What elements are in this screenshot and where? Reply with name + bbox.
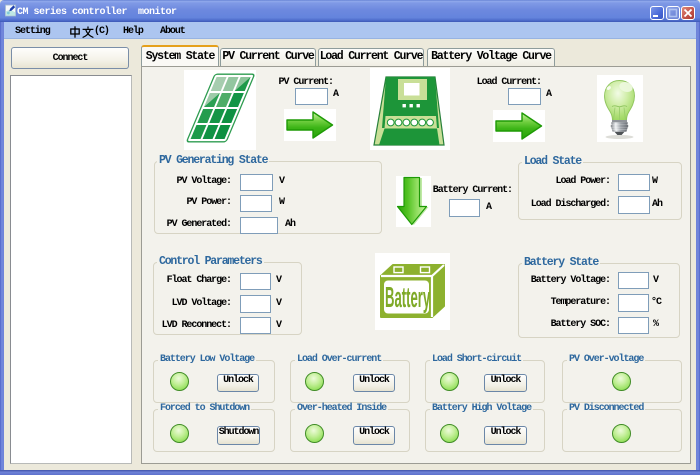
svg-text:Battery: Battery [385, 281, 431, 313]
